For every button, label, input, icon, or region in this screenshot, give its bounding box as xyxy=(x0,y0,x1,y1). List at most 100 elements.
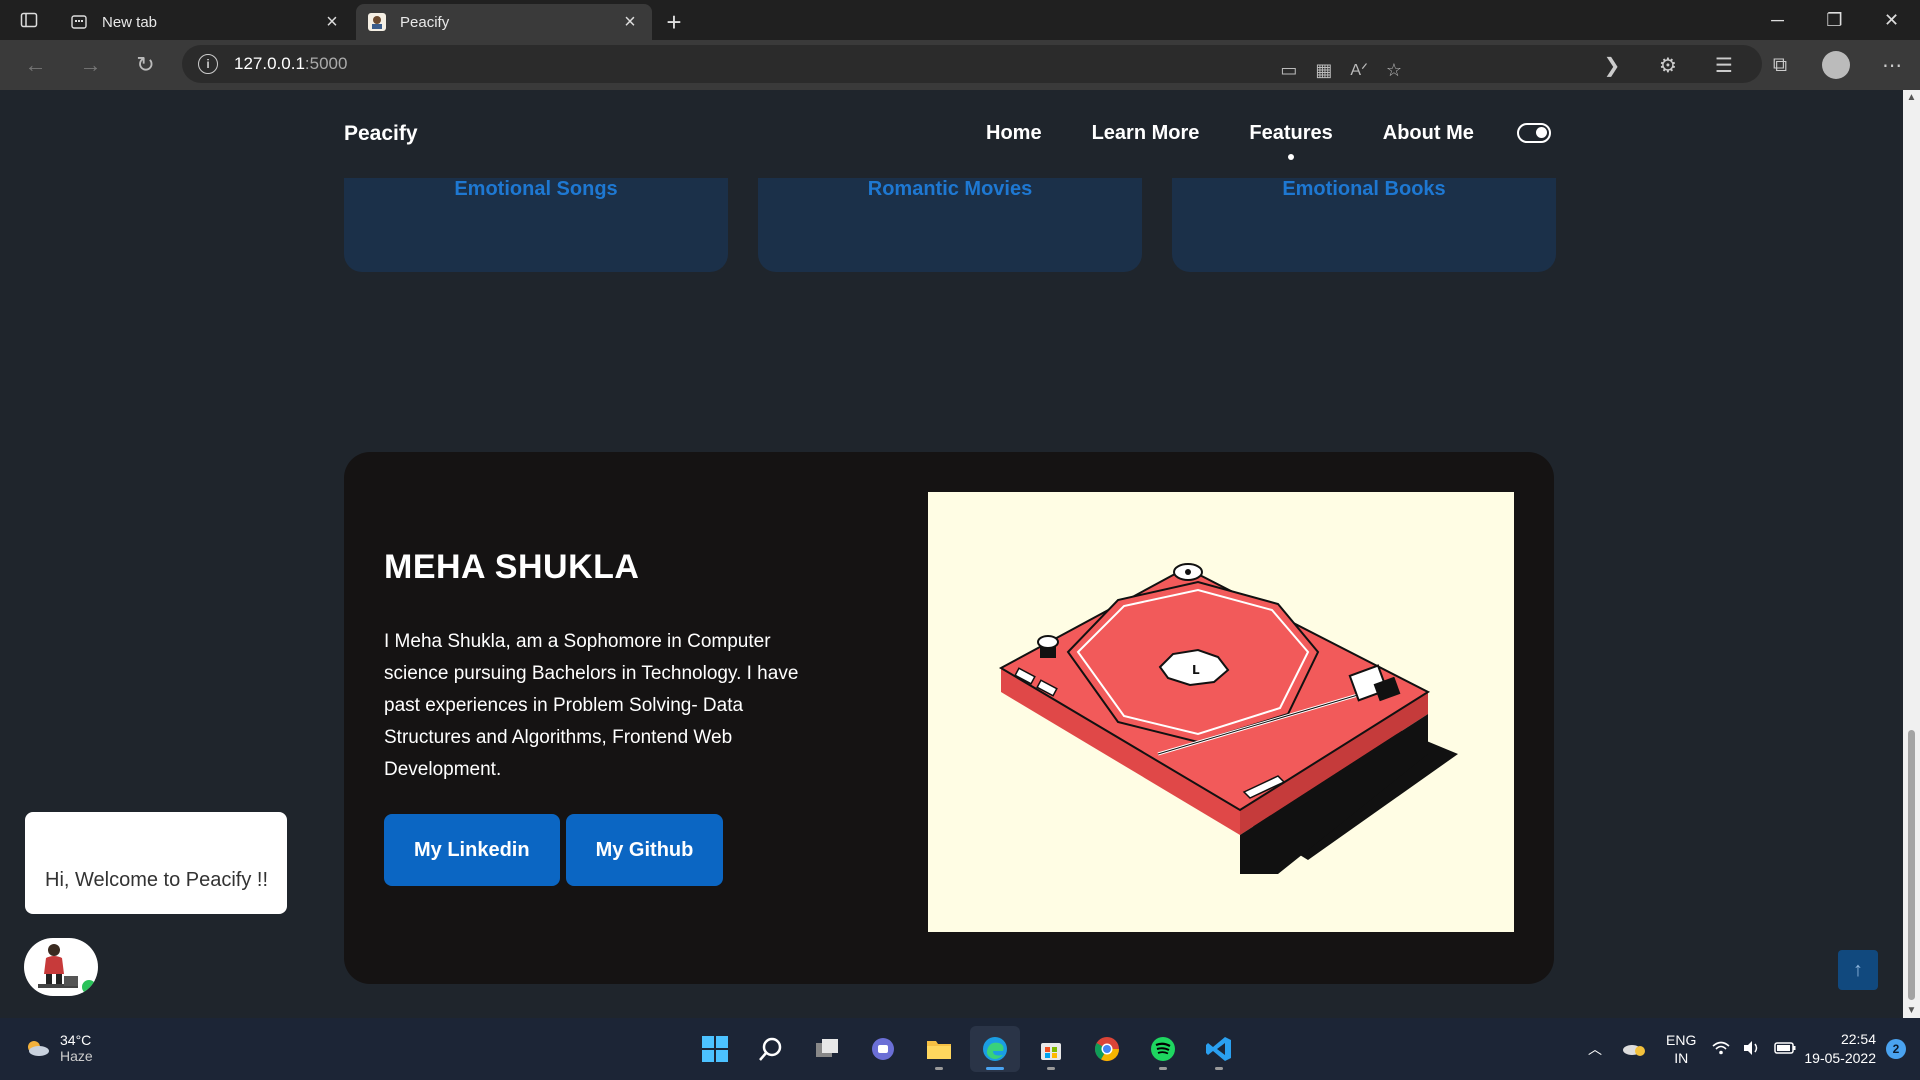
read-aloud-icon[interactable]: Aᐟ xyxy=(1350,60,1367,80)
weather-widget[interactable]: 34°C Haze xyxy=(24,1032,93,1064)
weather-desc: Haze xyxy=(60,1048,93,1064)
edge-browser-button[interactable] xyxy=(970,1026,1020,1072)
spotify-button[interactable] xyxy=(1138,1026,1188,1072)
theme-toggle[interactable] xyxy=(1517,123,1551,143)
tab-label: New tab xyxy=(102,13,158,31)
chat-greeting: Hi, Welcome to Peacify !! xyxy=(45,869,269,891)
scroll-to-top-button[interactable]: ↑ xyxy=(1838,950,1878,990)
tab-actions-button[interactable] xyxy=(0,0,58,40)
site-info-icon[interactable]: i xyxy=(198,54,218,74)
restore-icon[interactable]: ❐ xyxy=(1806,0,1863,40)
back-button[interactable]: ← xyxy=(8,40,63,90)
github-button[interactable]: My Github xyxy=(565,814,724,886)
online-status-dot xyxy=(80,978,98,996)
volume-icon[interactable] xyxy=(1736,1040,1766,1059)
add-favorite-icon[interactable]: ☆ xyxy=(1386,60,1402,81)
language-indicator[interactable]: ENG IN xyxy=(1656,1031,1706,1067)
close-window-icon[interactable]: ✕ xyxy=(1863,0,1920,40)
language-code: ENG xyxy=(1666,1032,1697,1048)
nav-home[interactable]: Home xyxy=(986,122,1042,145)
card-title: Romantic Movies xyxy=(867,178,1033,200)
app-available-icon[interactable]: ▭ xyxy=(1280,60,1297,81)
nav-features[interactable]: Features xyxy=(1249,122,1332,145)
apps-grid-icon[interactable]: ▦ xyxy=(1315,60,1332,81)
card-title: Emotional Songs xyxy=(454,178,618,200)
vscode-icon xyxy=(1206,1037,1231,1061)
page-scrollbar[interactable]: ▲ ▼ xyxy=(1903,90,1920,1018)
url-port: :5000 xyxy=(304,54,348,73)
window-controls: ─ ❐ ✕ xyxy=(1749,0,1920,40)
turntable-illustration: L xyxy=(928,492,1514,932)
profile-avatar[interactable] xyxy=(1822,51,1850,79)
onedrive-warning-icon[interactable] xyxy=(1612,1039,1656,1060)
scrollbar-thumb[interactable] xyxy=(1908,730,1915,1000)
close-tab-icon[interactable]: × xyxy=(322,11,342,34)
weather-temp: 34°C xyxy=(60,1032,92,1048)
store-icon xyxy=(1041,1043,1061,1060)
tab-label: Peacify xyxy=(400,13,450,31)
more-options-icon[interactable]: ⋯ xyxy=(1864,53,1920,78)
url-host: 127.0.0.1 xyxy=(234,54,305,73)
linkedin-button[interactable]: My Linkedin xyxy=(384,814,560,886)
card-title: Emotional Books xyxy=(1282,178,1446,200)
svg-text:L: L xyxy=(1192,663,1200,677)
about-me-section: MEHA SHUKLA I Meha Shukla, am a Sophomor… xyxy=(344,452,1554,984)
chat-welcome-bubble: Hi, Welcome to Peacify !! xyxy=(25,812,287,914)
weather-haze-icon xyxy=(24,1038,50,1058)
task-view-button[interactable] xyxy=(802,1026,852,1072)
clock-time: 22:54 xyxy=(1840,1031,1876,1047)
clock-date: 19-05-2022 xyxy=(1804,1050,1876,1066)
forward-button[interactable]: → xyxy=(63,40,118,90)
address-bar[interactable]: i 127.0.0.1:5000 ▭ ▦ Aᐟ ☆ xyxy=(182,45,1762,83)
browser-toolbar: ← → ↻ i 127.0.0.1:5000 ▭ ▦ Aᐟ ☆ ❯ ⚙ ☰ ⧉ … xyxy=(0,40,1920,90)
scroll-down-icon[interactable]: ▼ xyxy=(1903,1005,1920,1016)
address-bar-tools: ▭ ▦ Aᐟ ☆ xyxy=(1280,45,1402,95)
spotify-icon xyxy=(1151,1037,1175,1061)
teams-chat-icon xyxy=(872,1038,894,1060)
extension-chevron-icon[interactable]: ❯ xyxy=(1584,53,1640,78)
vscode-button[interactable] xyxy=(1194,1026,1244,1072)
start-button[interactable] xyxy=(690,1026,740,1072)
ms-store-button[interactable] xyxy=(1026,1026,1076,1072)
arrow-up-icon: ↑ xyxy=(1853,958,1863,981)
new-tab-button[interactable]: + xyxy=(654,4,694,40)
about-buttons: My Linkedin My Github xyxy=(384,814,724,886)
tab-actions-icon xyxy=(20,12,38,28)
close-tab-icon[interactable]: × xyxy=(620,11,640,34)
wifi-icon[interactable] xyxy=(1706,1041,1736,1058)
new-tab-icon xyxy=(70,13,88,31)
system-tray: ︿ ENG IN 22:54 19-05-2022 2 xyxy=(1578,1018,1920,1080)
chrome-icon xyxy=(1094,1037,1119,1062)
search-icon xyxy=(759,1037,782,1061)
tab-peacify[interactable]: Peacify × xyxy=(356,4,652,40)
about-bio: I Meha Shukla, am a Sophomore in Compute… xyxy=(384,631,799,780)
battery-icon[interactable] xyxy=(1766,1041,1804,1057)
extensions-icon[interactable]: ⚙ xyxy=(1640,53,1696,78)
teams-chat-button[interactable] xyxy=(858,1026,908,1072)
collections-icon[interactable]: ⧉ xyxy=(1752,54,1808,77)
scroll-up-icon[interactable]: ▲ xyxy=(1903,92,1920,103)
tab-new-tab[interactable]: New tab × xyxy=(58,4,354,40)
edge-icon xyxy=(983,1037,1007,1061)
browser-tab-bar: New tab × Peacify × + ─ ❐ ✕ xyxy=(0,0,1920,40)
chrome-button[interactable] xyxy=(1082,1026,1132,1072)
nav-about-me[interactable]: About Me xyxy=(1383,122,1474,145)
refresh-button[interactable]: ↻ xyxy=(118,40,173,90)
chatbot-avatar-button[interactable] xyxy=(24,938,98,996)
notification-badge[interactable]: 2 xyxy=(1886,1039,1906,1059)
favorites-icon[interactable]: ☰ xyxy=(1696,53,1752,78)
page-viewport: Emotional Songs Romantic Movies Emotiona… xyxy=(0,90,1903,1018)
minimize-icon[interactable]: ─ xyxy=(1749,0,1806,40)
site-navbar: Peacify Home Learn More Features About M… xyxy=(0,90,1903,178)
file-explorer-button[interactable] xyxy=(914,1026,964,1072)
folder-icon xyxy=(927,1041,951,1059)
region-code: IN xyxy=(1674,1050,1689,1066)
nav-learn-more[interactable]: Learn More xyxy=(1092,122,1200,145)
site-brand[interactable]: Peacify xyxy=(344,122,418,146)
about-name: MEHA SHUKLA xyxy=(384,548,640,586)
show-hidden-icons[interactable]: ︿ xyxy=(1578,1039,1612,1059)
search-button[interactable] xyxy=(746,1026,796,1072)
system-clock[interactable]: 22:54 19-05-2022 xyxy=(1804,1030,1886,1068)
taskbar-apps xyxy=(690,1026,1244,1072)
windows-taskbar: 34°C Haze ︿ ENG IN 22:54 19-05-2022 2 xyxy=(0,1018,1920,1080)
